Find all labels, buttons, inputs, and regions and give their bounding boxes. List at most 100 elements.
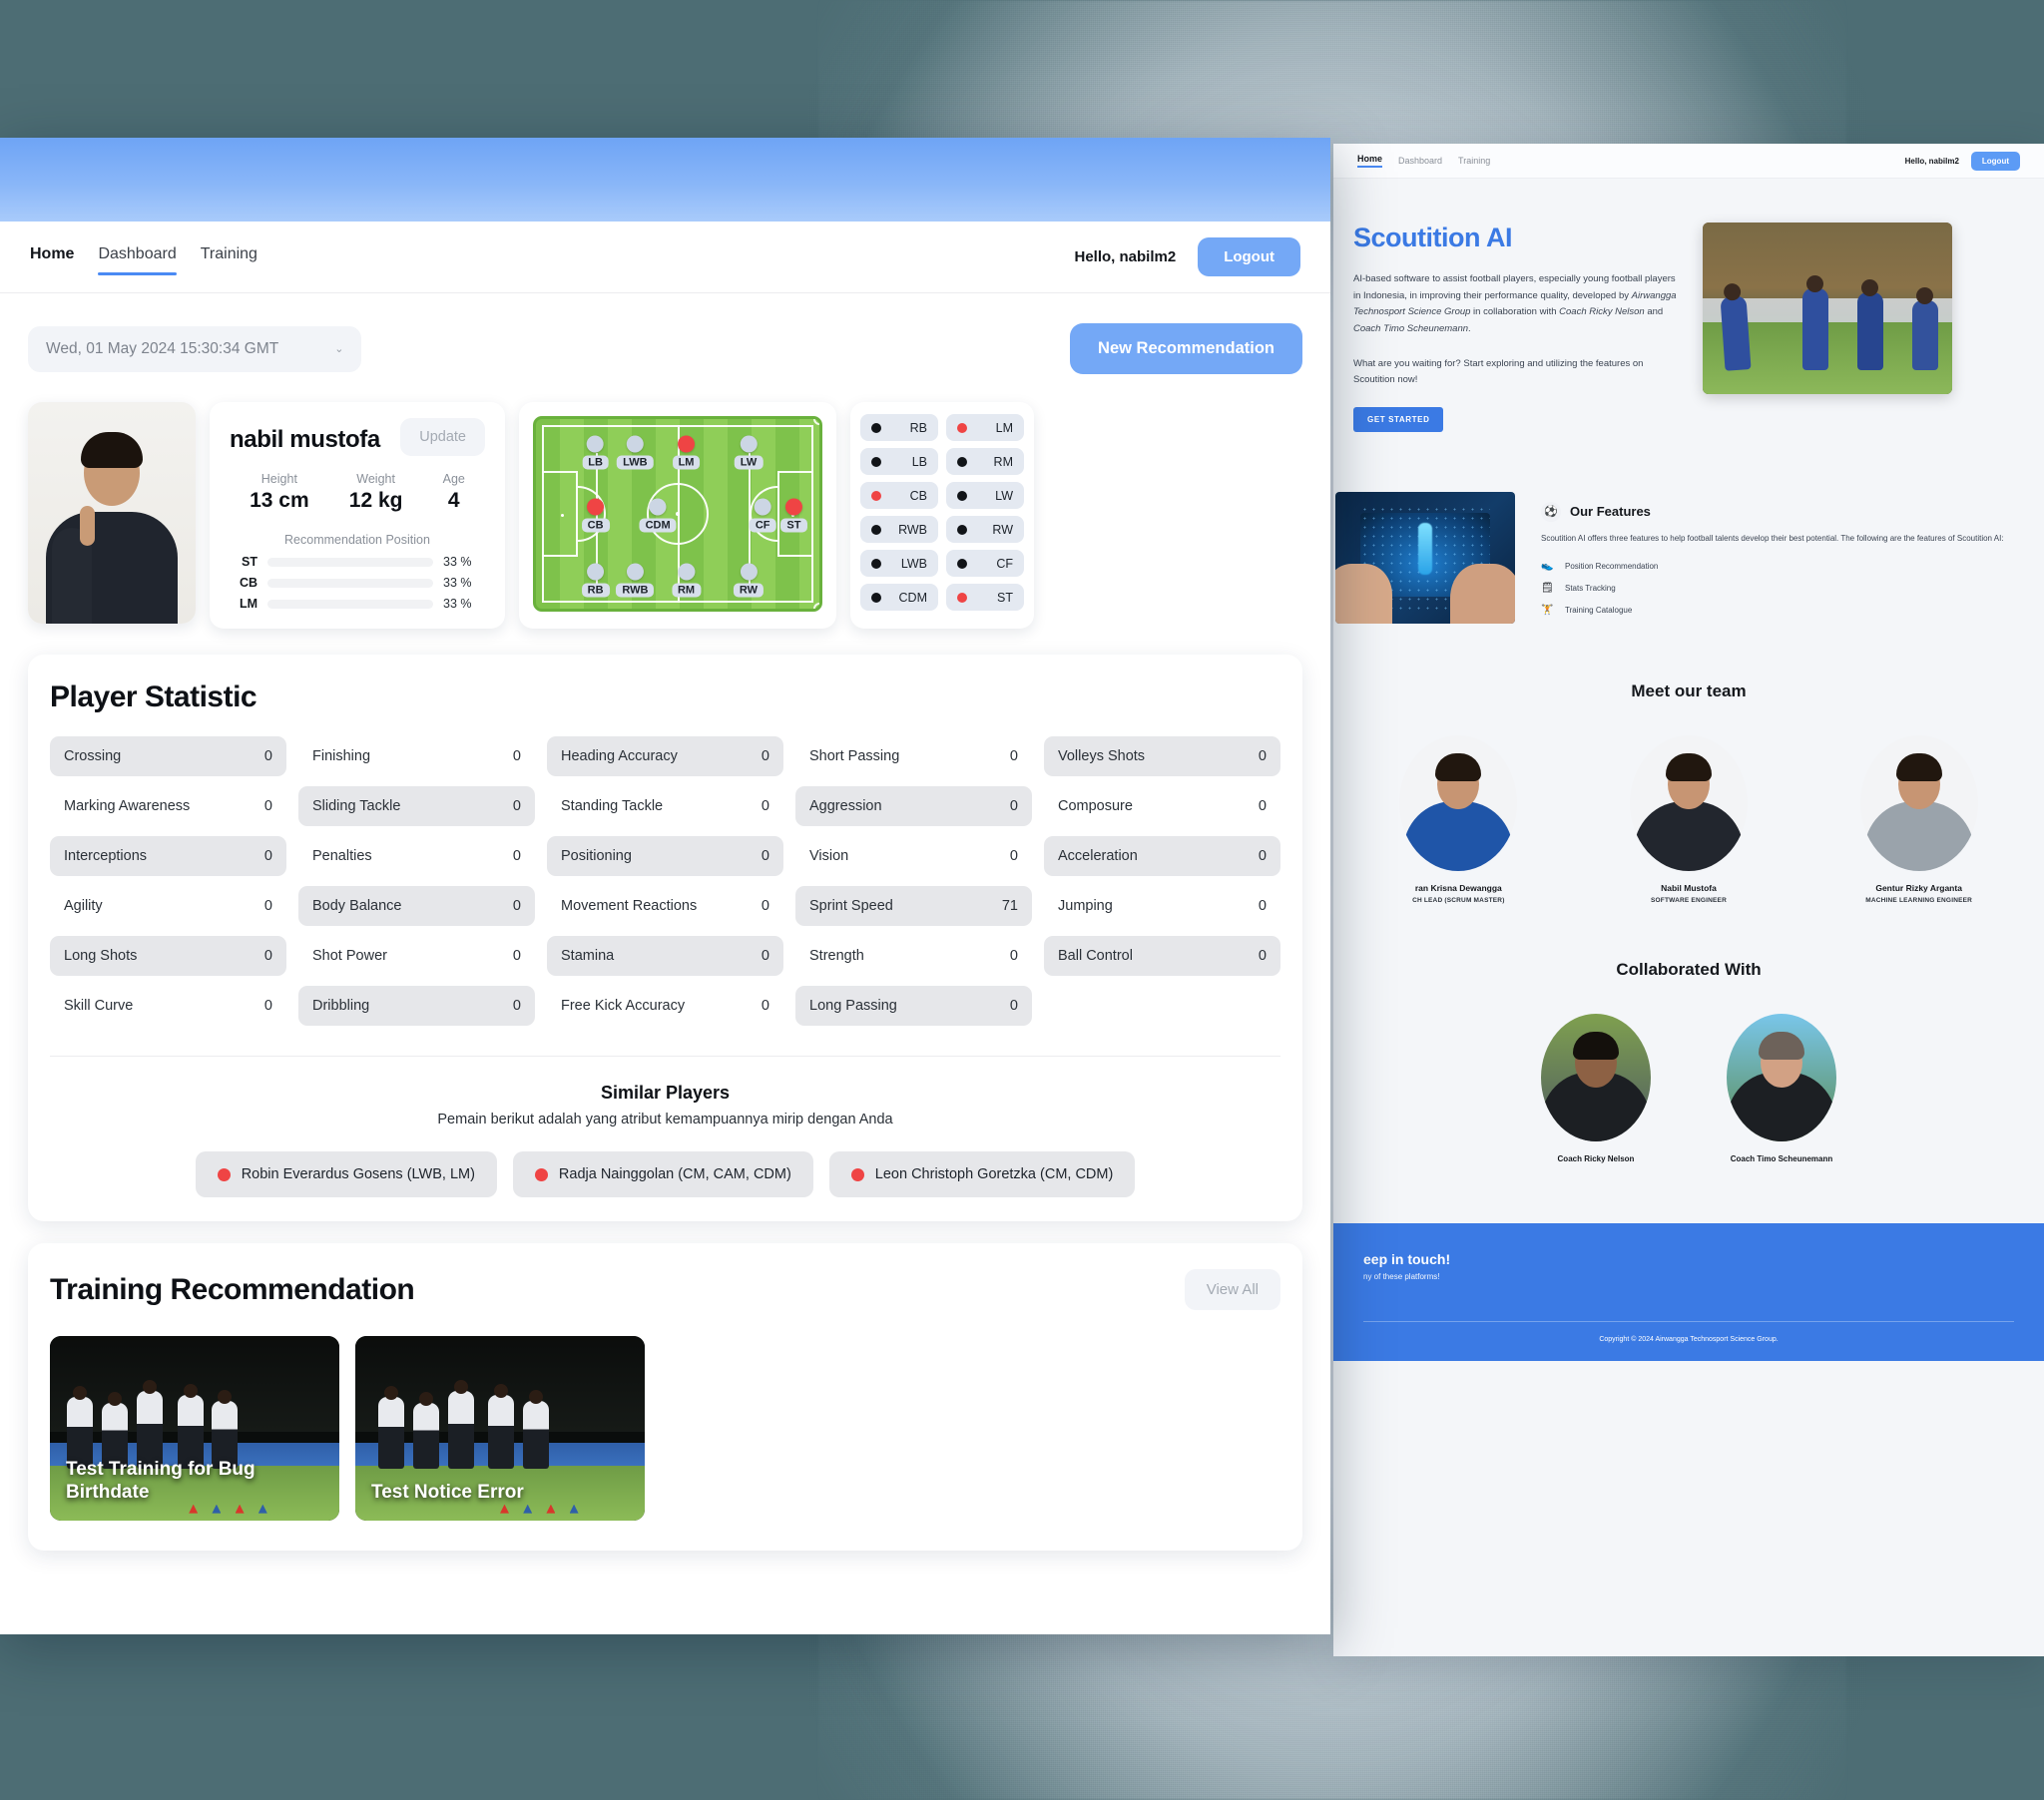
stat-value: 0 [761,848,769,864]
pitch-position-lm[interactable]: LM [672,435,701,471]
greeting-label: Hello, nabilm2 [1074,248,1177,265]
dashboard-window[interactable]: Home Dashboard Training Hello, nabilm2 L… [0,138,1330,1634]
stat-crossing: Crossing 0 [50,736,286,776]
player-info-card: nabil mustofa Update Height 13 cm Weight… [210,402,505,629]
feature-label-1: Stats Tracking [1565,583,1616,593]
landing-nav-item-home[interactable]: Home [1357,154,1383,168]
stat-label: Jumping [1058,898,1113,914]
pitch-dot [740,563,758,580]
legend-item-lm[interactable]: LM [946,414,1024,441]
legend-item-cdm[interactable]: CDM [860,584,938,611]
nav-item-training[interactable]: Training [201,245,257,269]
chevron-down-icon: ⌄ [334,343,344,355]
stat-label: Crossing [64,748,122,764]
stat-value: 0 [1009,998,1018,1014]
stat-value: 0 [761,748,769,764]
legend-item-rw[interactable]: RW [946,516,1024,543]
landing-page-window[interactable]: Home Dashboard Training Hello, nabilm2 L… [1333,144,2044,1656]
similar-players-list: Robin Everardus Gosens (LWB, LM) Radja Na… [50,1151,1280,1197]
stat-value: 0 [512,848,521,864]
stat-label: Finishing [312,748,371,764]
training-card-title: Test Notice Error [371,1482,524,1504]
stat-label: Dribbling [312,998,370,1014]
legend-item-cb[interactable]: CB [860,482,938,509]
landing-footer: eep in touch! ny of these platforms! Cop… [1333,1222,2044,1361]
player-statistic-panel: Player Statistic Crossing 0 Finishing 0 Head… [28,655,1302,1221]
legend-item-rb[interactable]: RB [860,414,938,441]
legend-item-st[interactable]: ST [946,584,1024,611]
stat-long-passing: Long Passing 0 [795,986,1032,1026]
stat-heading-accuracy: Heading Accuracy 0 [547,736,783,776]
legend-item-rm[interactable]: RM [946,448,1024,475]
landing-logout-button[interactable]: Logout [1970,151,2020,171]
legend-dot [871,456,881,467]
nav-item-dashboard[interactable]: Dashboard [98,245,178,275]
team-member-role: CH LEAD (SCRUM MASTER) [1412,896,1505,904]
landing-nav-item-dashboard[interactable]: Dashboard [1398,156,1442,166]
player-summary-row: nabil mustofa Update Height 13 cm Weight… [28,402,1302,629]
training-recommendation-title: Training Recommendation [50,1272,415,1306]
legend-item-lw[interactable]: LW [946,482,1024,509]
stat-value: 71 [1001,898,1018,914]
pitch-position-cf[interactable]: CF [749,498,776,533]
new-recommendation-button[interactable]: New Recommendation [1070,323,1302,374]
pitch-dot [626,563,644,580]
landing-hero-text: Scoutition AI AI-based software to assis… [1353,223,1683,432]
legend-label: RB [909,420,927,435]
avatar [1727,1013,1836,1141]
team-member-name: Nabil Mustofa [1661,882,1717,893]
player-statistic-grid: Crossing 0 Finishing 0 Heading Accuracy 0 Shor… [50,736,1280,1026]
pitch-position-cb[interactable]: CB [581,498,610,533]
pitch-position-lwb[interactable]: LWB [617,435,654,471]
stat-value: 0 [512,998,521,1014]
similar-player-label: Robin Everardus Gosens (LWB, LM) [241,1166,475,1182]
legend-dot [871,592,881,603]
landing-para-b: in collaboration with [1470,306,1560,318]
metric-label-height: Height [260,472,297,486]
view-all-button[interactable]: View All [1184,1269,1280,1310]
bar-percent-lm: 33 % [443,597,472,611]
landing-para-d: . [1468,322,1471,334]
training-card[interactable]: Test Training for Bug Birthdate [50,1336,339,1521]
pitch-position-rwb[interactable]: RWB [616,563,655,598]
stat-label: Movement Reactions [561,898,698,914]
update-button[interactable]: Update [400,418,485,456]
stat-skill-curve: Skill Curve 0 [50,986,286,1026]
similar-player-chip[interactable]: Robin Everardus Gosens (LWB, LM) [195,1151,497,1197]
coach-name: Coach Ricky Nelson [1557,1153,1635,1163]
stat-label: Aggression [809,798,882,814]
stat-value: 0 [1009,748,1018,764]
legend-item-lwb[interactable]: LWB [860,550,938,577]
stat-label: Vision [809,848,849,864]
legend-item-cf[interactable]: CF [946,550,1024,577]
landing-features-text: ⚽ Our Features Scoutition AI offers thre… [1541,492,2016,624]
stat-value: 0 [512,748,521,764]
legend-label: RWB [898,522,927,537]
landing-nav-item-training[interactable]: Training [1458,156,1490,166]
legend-item-lb[interactable]: LB [860,448,938,475]
nav-item-home[interactable]: Home [30,245,74,269]
legend-item-rwb[interactable]: RWB [860,516,938,543]
training-card[interactable]: Test Notice Error [355,1336,645,1521]
pitch-position-rw[interactable]: RW [733,563,765,598]
similar-player-label: Radja Nainggolan (CM, CAM, CDM) [558,1166,791,1182]
pitch-position-st[interactable]: ST [780,498,807,533]
similar-player-chip[interactable]: Radja Nainggolan (CM, CAM, CDM) [512,1151,813,1197]
date-select[interactable]: Wed, 01 May 2024 15:30:34 GMT ⌄ [28,325,362,372]
pitch-position-rm[interactable]: RM [671,563,702,598]
team-members: ran Krisna Dewangga CH LEAD (SCRUM MASTE… [1333,734,2044,904]
pitch-position-cdm[interactable]: CDM [639,498,677,533]
pitch-position-lw[interactable]: LW [734,435,764,471]
legend-dot [957,524,967,535]
feature-label-2: Training Catalogue [1565,605,1633,615]
pitch-position-lb[interactable]: LB [582,435,609,471]
metric-value-weight: 12 kg [348,489,403,512]
similar-player-chip[interactable]: Leon Christoph Goretzka (CM, CDM) [828,1151,1136,1197]
get-started-button[interactable]: GET STARTED [1353,406,1444,432]
logout-button[interactable]: Logout [1198,237,1300,276]
team-member: ran Krisna Dewangga CH LEAD (SCRUM MASTE… [1368,734,1548,904]
pitch-position-rb[interactable]: RB [581,563,610,598]
player-info-header: nabil mustofa Update [230,418,485,456]
stat-label: Free Kick Accuracy [561,998,686,1014]
similar-players-section: Similar Players Pemain berikut adalah ya… [50,1056,1280,1197]
